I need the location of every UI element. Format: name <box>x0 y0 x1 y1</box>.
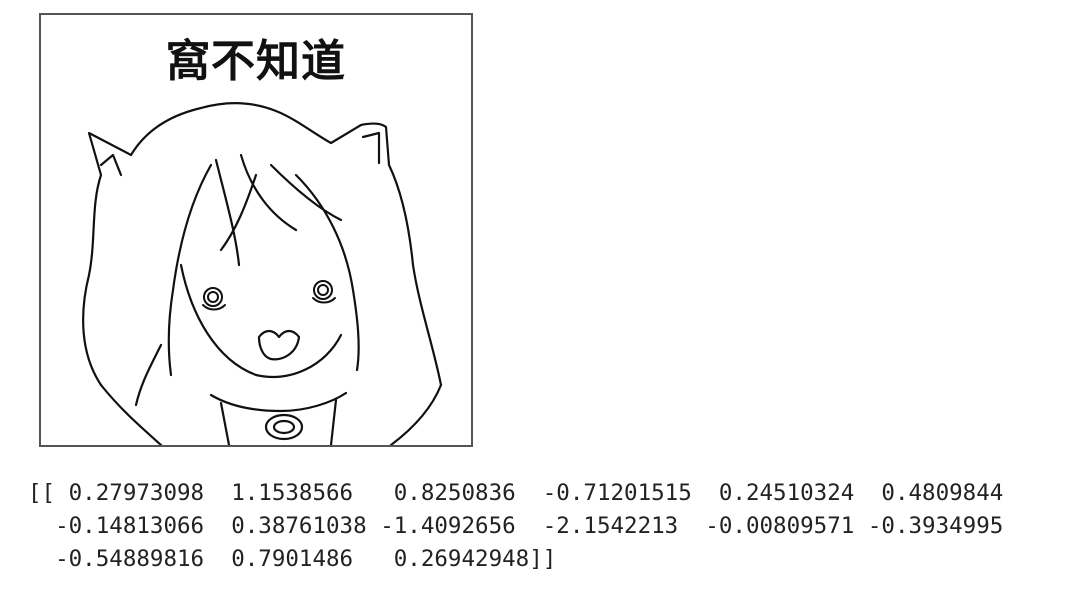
right-eye <box>312 280 336 304</box>
output-line: -0.54889816 0.7901486 0.26942948]] <box>28 546 557 572</box>
output-line: -0.14813066 0.38761038 -1.4092656 -2.154… <box>28 513 1004 539</box>
right-ear-inner <box>361 131 381 165</box>
face-outline <box>179 263 343 378</box>
collar <box>209 391 348 413</box>
numpy-array-output: [[ 0.27973098 1.1538566 0.8250836 -0.712… <box>28 477 1003 576</box>
output-line: [[ 0.27973098 1.1538566 0.8250836 -0.712… <box>28 480 1004 506</box>
meme-caption: 窩不知道 <box>166 36 346 87</box>
hair-outline <box>82 101 443 387</box>
left-eye <box>202 287 226 311</box>
hair-bangs <box>167 163 213 377</box>
mouth <box>257 329 301 361</box>
cat-girl-meme-image: 窩不知道 <box>39 13 473 447</box>
brooch-icon <box>264 413 304 441</box>
left-ear-inner <box>99 153 123 177</box>
